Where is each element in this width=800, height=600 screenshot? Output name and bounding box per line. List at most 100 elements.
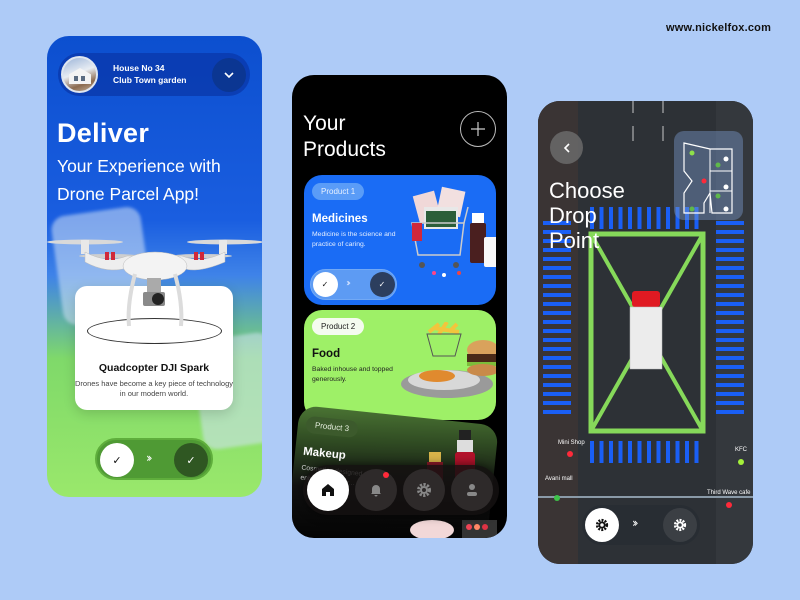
check-icon: ✓ <box>378 279 386 289</box>
place-marker-green[interactable] <box>554 495 560 501</box>
crosswalk-stripe <box>716 410 744 414</box>
house-avatar <box>61 56 98 93</box>
address-dropdown-button[interactable] <box>212 58 246 92</box>
product-chip: Product 2 <box>312 318 365 335</box>
address-line1: House No 34 <box>113 63 165 73</box>
plus-icon <box>471 122 485 136</box>
crosswalk-stripe <box>543 365 571 369</box>
place-marker-green[interactable] <box>738 459 744 465</box>
crosswalk-stripe <box>716 383 744 387</box>
crosswalk-stripe <box>543 383 571 387</box>
crosswalk-stripe <box>543 266 571 270</box>
medicine-cart-image <box>411 186 496 277</box>
crosswalk-stripe <box>666 207 670 229</box>
check-icon: ✓ <box>186 453 196 467</box>
chevron-left-icon <box>563 142 570 153</box>
crosswalk-stripe <box>543 401 571 405</box>
page-title: Choose Drop Point <box>549 178 625 253</box>
crosswalk-stripe <box>543 410 571 414</box>
crosswalk-stripe <box>716 266 744 270</box>
hero-subtitle-line1: Your Experience with <box>57 156 221 176</box>
crosswalk-stripe <box>543 257 571 261</box>
place-label: Third Wave cafe <box>707 490 751 496</box>
hero-title: Deliver <box>57 118 150 148</box>
product-card-food[interactable]: Product 2 Food Baked inhouse and topped … <box>304 310 496 420</box>
crosswalk-stripe <box>543 347 571 351</box>
products-screen: Your Products Product 1 Medicines Medici… <box>292 75 507 538</box>
gear-icon <box>673 518 687 532</box>
check-icon: ✓ <box>321 279 329 289</box>
crosswalk-stripe <box>609 441 613 463</box>
slider-handle[interactable]: ✓ <box>312 271 338 297</box>
crosswalk-stripe <box>599 441 604 463</box>
crosswalk-stripe <box>618 441 623 463</box>
crosswalk-stripe <box>628 441 632 463</box>
product-card-description: Drones have become a key piece of techno… <box>75 379 234 398</box>
address-selector[interactable]: House No 34 Club Town garden <box>58 53 250 96</box>
crosswalk-stripe <box>716 338 744 342</box>
nav-notifications[interactable] <box>355 469 397 511</box>
check-icon: ✓ <box>112 453 122 467</box>
page-title: Your Products <box>303 111 386 163</box>
crosswalk-stripe <box>656 441 661 463</box>
back-button[interactable] <box>550 131 583 164</box>
crosswalk-stripe <box>716 401 744 405</box>
site-url: www.nickelfox.com <box>666 22 772 34</box>
crosswalk-stripe <box>543 329 571 333</box>
crosswalk-stripe <box>666 441 670 463</box>
slider-handle[interactable] <box>585 508 619 542</box>
crosswalk-stripe <box>637 441 642 463</box>
place-marker-red[interactable] <box>567 451 573 457</box>
nav-home[interactable] <box>307 469 349 511</box>
floor-plan-minimap[interactable] <box>674 131 743 220</box>
double-chevron-right-icon: ›› <box>146 451 152 465</box>
swipe-confirm-slider[interactable]: ✓ ›› ✓ <box>310 269 397 300</box>
title-line2: Products <box>303 138 386 161</box>
swipe-confirm-slider[interactable]: ✓ ›› ✓ <box>95 438 213 480</box>
crosswalk-stripe <box>637 207 642 229</box>
nav-profile[interactable] <box>451 469 493 511</box>
swipe-confirm-slider[interactable]: ›› <box>582 505 700 545</box>
crosswalk-stripe <box>694 441 699 463</box>
product-name: Medicines <box>312 213 368 225</box>
crosswalk-stripe <box>716 392 744 396</box>
drop-point-screen: Choose Drop Point Mini Shop KFC Avani ma… <box>538 101 753 564</box>
title-line1: Your <box>303 112 346 135</box>
place-label: Mini Shop <box>558 440 585 446</box>
product-chip: Product 1 <box>312 183 365 200</box>
crosswalk-stripe <box>716 320 744 324</box>
hero-subtitle-line2: Drone Parcel App! <box>57 184 200 204</box>
title-line2: Drop <box>549 203 597 228</box>
crosswalk-stripe <box>543 374 571 378</box>
gear-icon <box>595 518 609 532</box>
slider-handle[interactable]: ✓ <box>100 443 134 477</box>
crosswalk-stripe <box>543 293 571 297</box>
crosswalk-stripe <box>543 275 571 279</box>
nav-settings[interactable] <box>403 469 445 511</box>
crosswalk-stripe <box>590 441 594 463</box>
product-card-medicines[interactable]: Product 1 Medicines Medicine is the scie… <box>304 175 496 305</box>
address-line2: Club Town garden <box>113 75 187 85</box>
crosswalk-stripe <box>685 441 689 463</box>
crosswalk-stripe <box>716 239 744 243</box>
user-icon <box>467 484 477 496</box>
add-product-button[interactable] <box>460 111 496 147</box>
slider-target: ✓ <box>174 443 208 477</box>
product-description: Baked inhouse and topped generously. <box>312 366 393 383</box>
crosswalk-stripe <box>543 284 571 288</box>
product-card-title: Quadcopter DJI Spark <box>98 362 210 374</box>
product-name: Makeup <box>302 445 347 463</box>
crosswalk-stripe <box>716 293 744 297</box>
crosswalk-stripe <box>543 356 571 360</box>
place-marker-red[interactable] <box>726 502 732 508</box>
title-line3: Point <box>549 228 600 253</box>
crosswalk-stripe <box>716 221 744 225</box>
crosswalk-stripe <box>647 441 651 463</box>
crosswalk-stripe <box>716 374 744 378</box>
slider-target <box>663 508 697 542</box>
crosswalk-stripe <box>543 311 571 315</box>
crosswalk-stripe <box>656 207 661 229</box>
gear-icon <box>417 483 431 497</box>
bottom-nav <box>303 465 499 515</box>
crosswalk-stripe <box>716 284 744 288</box>
